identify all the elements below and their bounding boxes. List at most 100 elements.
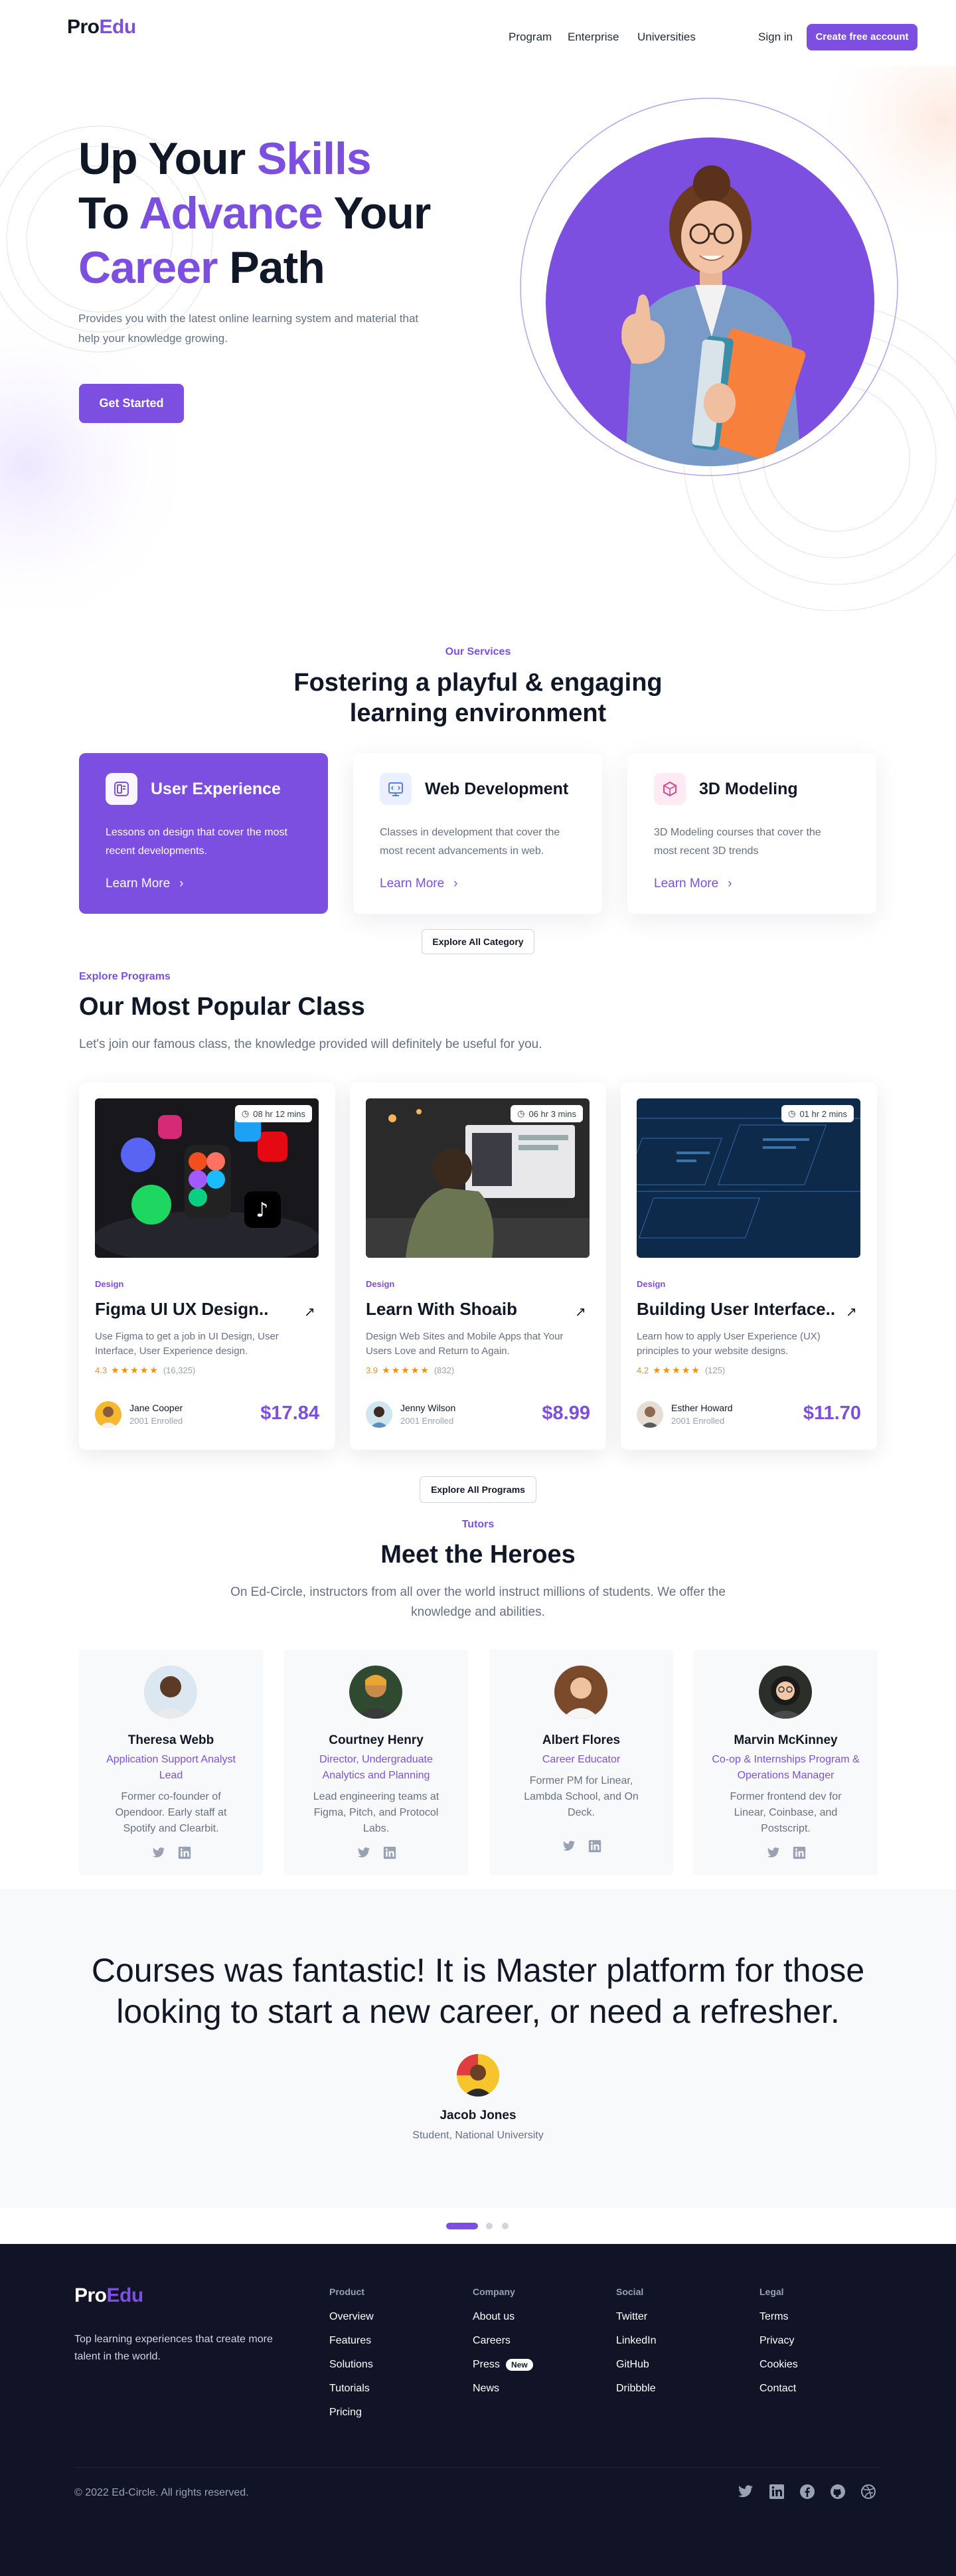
logo-part-edu: Edu xyxy=(106,2284,144,2306)
star-icons: ★★★★★ xyxy=(111,1365,159,1375)
get-started-button[interactable]: Get Started xyxy=(79,384,184,423)
nav-link-enterprise[interactable]: Enterprise xyxy=(568,31,619,44)
explore-all-category-button[interactable]: Explore All Category xyxy=(422,929,534,954)
copyright: © 2022 Ed-Circle. All rights reserved. xyxy=(74,2487,249,2498)
clock-icon: ◷ xyxy=(517,1108,525,1118)
class-card-learn-with-shoaib[interactable]: ◷ 06 hr 3 mins Design Learn With Shoaib ↗… xyxy=(350,1082,606,1450)
linkedin-icon[interactable] xyxy=(383,1846,396,1859)
class-thumbnail: ◷ 06 hr 3 mins xyxy=(366,1098,590,1258)
carousel-dot[interactable] xyxy=(486,2223,493,2229)
duration-badge: ◷ 06 hr 3 mins xyxy=(511,1105,583,1122)
tutor-avatar xyxy=(349,1666,402,1719)
facebook-icon[interactable] xyxy=(799,2484,815,2500)
learn-more-link[interactable]: Learn More › xyxy=(380,877,458,891)
footer-link[interactable]: Pricing xyxy=(329,2407,362,2419)
hero-title: Up Your Skills To Advance Your Career Pa… xyxy=(78,131,543,295)
3d-cube-icon xyxy=(654,773,686,805)
services-title: Fostering a playful & engaging learning … xyxy=(293,669,663,727)
class-card-figma[interactable]: ♪ ◷ 08 hr 12 mins Design Figma UI UX Desi… xyxy=(79,1082,335,1450)
footer-link[interactable]: Press xyxy=(473,2359,500,2371)
web-development-icon xyxy=(380,773,412,805)
class-card-building-ui[interactable]: ◷ 01 hr 2 mins Design Building User Inter… xyxy=(621,1082,877,1450)
logo-part-pro: Pro xyxy=(74,2284,107,2306)
footer-link[interactable]: Twitter xyxy=(616,2311,647,2323)
footer-link[interactable]: Privacy xyxy=(759,2335,794,2347)
rating-value: 4.3 xyxy=(95,1365,108,1375)
tutor-card[interactable]: Theresa Webb Application Support Analyst… xyxy=(79,1650,263,1875)
footer-link[interactable]: Overview xyxy=(329,2311,374,2323)
tutor-avatar xyxy=(554,1666,607,1719)
tutor-name: Theresa Webb xyxy=(127,1733,214,1747)
twitter-icon[interactable] xyxy=(766,1846,781,1859)
hero-title-text: Your xyxy=(322,188,432,238)
carousel-dot-active[interactable] xyxy=(446,2223,478,2229)
class-description: Learn how to apply User Experience (UX) … xyxy=(637,1331,821,1357)
carousel-dot[interactable] xyxy=(502,2223,509,2229)
footer-link[interactable]: Solutions xyxy=(329,2359,373,2371)
arrow-up-right-icon[interactable]: ↗ xyxy=(846,1304,857,1320)
footer-logo[interactable]: ProEdu xyxy=(74,2284,143,2307)
learn-more-label: Learn More xyxy=(380,877,445,891)
chevron-right-icon: › xyxy=(179,877,184,891)
class-rating: 4.2 ★★★★★ (125) xyxy=(637,1365,725,1376)
hero-title-text: Up Your xyxy=(78,133,258,184)
explore-all-programs-button[interactable]: Explore All Programs xyxy=(420,1476,536,1503)
footer-link[interactable]: Tutorials xyxy=(329,2383,370,2395)
arrow-up-right-icon[interactable]: ↗ xyxy=(304,1304,315,1320)
footer-link[interactable]: GitHub xyxy=(616,2359,649,2371)
service-card-user-experience[interactable]: User Experience Lessons on design that c… xyxy=(79,753,328,914)
class-category: Design xyxy=(637,1279,666,1289)
brand-logo[interactable]: ProEdu xyxy=(67,16,136,39)
class-title: Learn With Shoaib xyxy=(366,1299,517,1319)
programs-eyebrow: Explore Programs xyxy=(79,971,171,982)
twitter-icon[interactable] xyxy=(562,1840,576,1853)
footer-link[interactable]: Features xyxy=(329,2335,371,2347)
linkedin-icon[interactable] xyxy=(793,1846,806,1859)
footer-link[interactable]: Contact xyxy=(759,2383,796,2395)
twitter-icon[interactable] xyxy=(357,1846,371,1859)
footer-link[interactable]: Dribbble xyxy=(616,2383,656,2395)
footer-link[interactable]: Cookies xyxy=(759,2359,798,2371)
hero-title-text: Path xyxy=(217,242,325,293)
footer-link[interactable]: Careers xyxy=(473,2335,511,2347)
instructor-name: Jenny Wilson xyxy=(400,1403,456,1413)
class-rating: 4.3 ★★★★★ (16,325) xyxy=(95,1365,195,1376)
class-rating: 3.9 ★★★★★ (832) xyxy=(366,1365,454,1376)
twitter-icon[interactable] xyxy=(151,1846,166,1859)
github-icon[interactable] xyxy=(830,2484,846,2500)
service-card-3d-modeling[interactable]: 3D Modeling 3D Modeling courses that cov… xyxy=(627,753,876,914)
tutor-name: Albert Flores xyxy=(542,1733,621,1747)
linkedin-icon[interactable] xyxy=(769,2484,785,2500)
service-card-title: Web Development xyxy=(425,780,569,798)
tutor-role: Co-op & Internships Program & Operations… xyxy=(712,1754,860,1781)
testimonial-role: Student, National University xyxy=(412,2130,544,2141)
arrow-up-right-icon[interactable]: ↗ xyxy=(575,1304,586,1320)
tutor-card[interactable]: Courtney Henry Director, Undergraduate A… xyxy=(284,1650,468,1875)
sign-in-link[interactable]: Sign in xyxy=(758,31,793,44)
linkedin-icon[interactable] xyxy=(588,1840,601,1853)
learn-more-link[interactable]: Learn More › xyxy=(654,877,732,891)
create-account-button[interactable]: Create free account xyxy=(807,24,917,50)
nav-link-universities[interactable]: Universities xyxy=(637,31,696,44)
linkedin-icon[interactable] xyxy=(178,1846,191,1859)
service-card-desc: 3D Modeling courses that cover the most … xyxy=(654,827,821,857)
footer-link[interactable]: Terms xyxy=(759,2311,789,2323)
rating-count: (832) xyxy=(434,1365,455,1375)
learn-more-link[interactable]: Learn More › xyxy=(106,877,184,891)
duration-text: 01 hr 2 mins xyxy=(799,1108,847,1119)
logo-part-edu: Edu xyxy=(99,16,137,38)
footer-link[interactable]: LinkedIn xyxy=(616,2335,657,2347)
class-price: $17.84 xyxy=(260,1403,319,1424)
footer-link[interactable]: About us xyxy=(473,2311,515,2323)
dribbble-icon[interactable] xyxy=(860,2484,876,2500)
tutor-card[interactable]: Albert Flores Career Educator Former PM … xyxy=(489,1650,673,1875)
duration-text: 06 hr 3 mins xyxy=(528,1108,576,1119)
tutor-card[interactable]: Marvin McKinney Co-op & Internships Prog… xyxy=(694,1650,878,1875)
tutor-name: Marvin McKinney xyxy=(734,1733,838,1747)
class-price: $11.70 xyxy=(803,1403,861,1424)
nav-link-program[interactable]: Program xyxy=(509,31,552,44)
service-card-web-development[interactable]: Web Development Classes in development t… xyxy=(353,753,602,914)
twitter-icon[interactable] xyxy=(737,2484,754,2500)
chevron-right-icon: › xyxy=(728,877,732,891)
footer-link[interactable]: News xyxy=(473,2383,499,2395)
